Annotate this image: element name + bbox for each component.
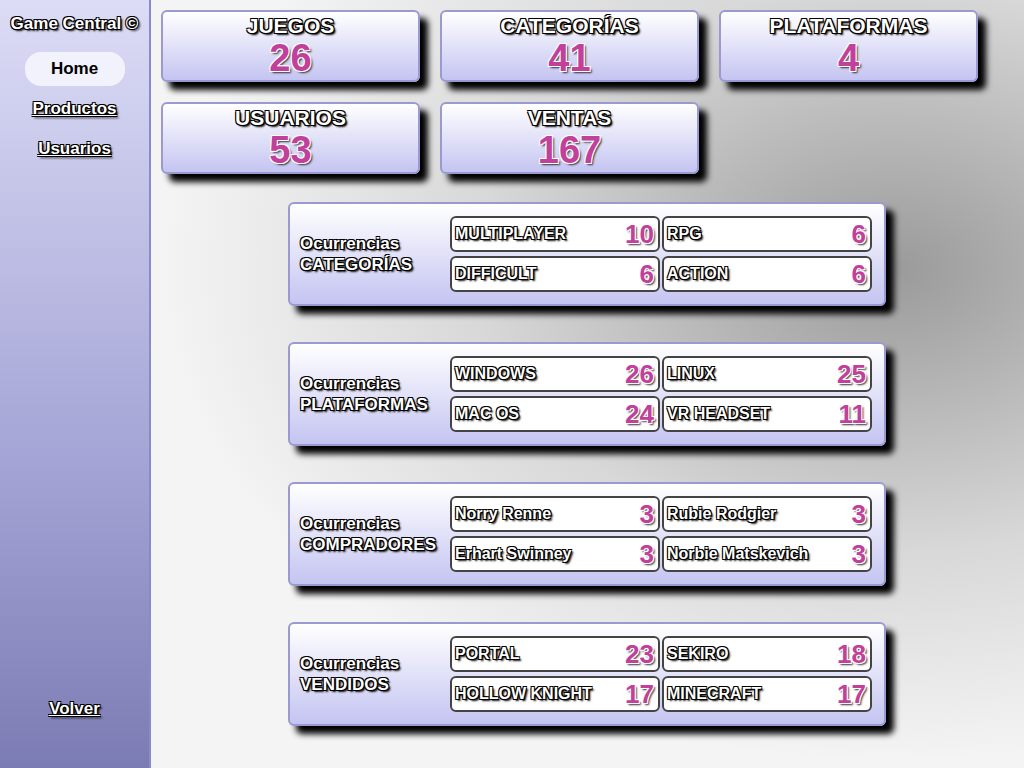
brand: Game Central © <box>11 14 139 34</box>
occurrence-grid: PORTAL23SEKIRO18HOLLOW KNIGHT17MINECRAFT… <box>450 636 872 712</box>
occurrence-item: Norbie Matskevich 3 <box>662 536 872 572</box>
panel-label: OcurrenciasCOMPRADORES <box>300 513 450 555</box>
stat-value: 41 <box>548 38 590 78</box>
occurrence-item: MULTIPLAYER 10 <box>450 216 660 252</box>
sidebar: Game Central © Home Productos Usuarios Volve… <box>0 0 151 768</box>
occurrence-item: WINDOWS 26 <box>450 356 660 392</box>
panel-label: OcurrenciasPLATAFORMAS <box>300 373 450 415</box>
item-name: ACTION <box>667 265 728 283</box>
stat-card: JUEGOS26 <box>161 10 420 82</box>
sidebar-item[interactable]: Productos <box>25 96 125 122</box>
sidebar-item[interactable]: Home <box>25 52 125 86</box>
item-name: WINDOWS <box>455 365 536 383</box>
occurrence-grid: Norry Renne3Rubie Rodgier3Erhart Swinney… <box>450 496 872 572</box>
stat-card: PLATAFORMAS4 <box>719 10 978 82</box>
occurrence-item: MINECRAFT 17 <box>662 676 872 712</box>
item-count: 10 <box>625 219 654 250</box>
panel-title: Ocurrencias <box>300 233 450 254</box>
item-name: Norry Renne <box>455 505 551 523</box>
occurrence-item: SEKIRO 18 <box>662 636 872 672</box>
occurrence-item: PORTAL 23 <box>450 636 660 672</box>
occurrence-panel: OcurrenciasPLATAFORMAS WINDOWS 26 LINUX 25 MA… <box>288 342 886 446</box>
item-name: Norbie Matskevich <box>667 545 808 563</box>
panel-subject: VENDIDOS <box>300 674 450 695</box>
occurrence-item: ACTION 6 <box>662 256 872 292</box>
stats-grid: JUEGOS26 CATEGORÍAS41 PLATAFORMAS4 USUARIOS… <box>161 10 1024 174</box>
occurrence-item: VR HEADSET 11 <box>662 396 872 432</box>
panel-label: OcurrenciasVENDIDOS <box>300 653 450 695</box>
panel-title: Ocurrencias <box>300 653 450 674</box>
occurrence-item: RPG 6 <box>662 216 872 252</box>
item-name: DIFFICULT <box>455 265 536 283</box>
stat-label: PLATAFORMAS <box>770 14 928 38</box>
item-count: 17 <box>625 679 654 710</box>
sidebar-item[interactable]: Usuarios <box>25 136 125 162</box>
occurrence-item: Erhart Swinney 3 <box>450 536 660 572</box>
panel-title: Ocurrencias <box>300 513 450 534</box>
item-name: SEKIRO <box>667 645 728 663</box>
item-name: VR HEADSET <box>667 405 770 423</box>
item-count: 6 <box>640 259 654 290</box>
occurrence-panel: OcurrenciasVENDIDOS PORTAL 23 SEKIRO 18 HOLLO… <box>288 622 886 726</box>
occurrence-panel: OcurrenciasCATEGORÍASMULTIPLAYER10RPG6DI… <box>288 202 886 306</box>
dashboard: JUEGOS26CATEGORÍAS41PLATAFORMAS4USUARIOS… <box>151 0 1024 768</box>
item-name: PORTAL <box>455 645 520 663</box>
item-count: 24 <box>625 399 654 430</box>
item-count: 25 <box>837 359 866 390</box>
item-name: RPG <box>667 225 702 243</box>
item-name: MULTIPLAYER <box>455 225 566 243</box>
stat-card: CATEGORÍAS41 <box>440 10 699 82</box>
stat-card: USUARIOS53 <box>161 102 420 174</box>
occurrence-item: HOLLOW KNIGHT 17 <box>450 676 660 712</box>
panel-subject: CATEGORÍAS <box>300 254 450 275</box>
item-count: 6 <box>852 219 866 250</box>
item-count: 3 <box>640 499 654 530</box>
occurrence-item: MAC OS 24 <box>450 396 660 432</box>
item-count: 3 <box>852 499 866 530</box>
panel-label: OcurrenciasCATEGORÍAS <box>300 233 450 275</box>
back-link[interactable]: Volver <box>25 696 125 722</box>
stat-label: CATEGORÍAS <box>500 14 638 38</box>
stat-label: VENTAS <box>528 106 612 130</box>
item-count: 3 <box>852 539 866 570</box>
item-count: 17 <box>837 679 866 710</box>
item-count: 6 <box>852 259 866 290</box>
occurrence-grid: MULTIPLAYER 10 RPG 6 DIFFICULT 6 ACTION 6 <box>450 216 872 292</box>
stat-label: USUARIOS <box>235 106 346 130</box>
item-count: 11 <box>839 399 867 430</box>
item-name: Rubie Rodgier <box>667 505 776 523</box>
item-count: 23 <box>625 639 654 670</box>
occurrence-grid: WINDOWS 26 LINUX 25 MAC OS 24 VR HEADSET 11 <box>450 356 872 432</box>
occurrence-item: Rubie Rodgier 3 <box>662 496 872 532</box>
occurrence-item: Norry Renne 3 <box>450 496 660 532</box>
stat-value: 167 <box>538 130 601 170</box>
occurrence-item: DIFFICULT 6 <box>450 256 660 292</box>
item-count: 18 <box>837 639 866 670</box>
item-name: HOLLOW KNIGHT <box>455 685 592 703</box>
stat-value: 4 <box>838 38 859 78</box>
panels: OcurrenciasCATEGORÍASMULTIPLAYER10RPG6DI… <box>288 202 1024 726</box>
occurrence-item: LINUX 25 <box>662 356 872 392</box>
item-name: LINUX <box>667 365 715 383</box>
item-name: Erhart Swinney <box>455 545 571 563</box>
stat-card: VENTAS167 <box>440 102 699 174</box>
item-name: MINECRAFT <box>667 685 761 703</box>
occurrence-panel: OcurrenciasCOMPRADORESNorry Renne3Rubie … <box>288 482 886 586</box>
item-name: MAC OS <box>455 405 519 423</box>
panel-title: Ocurrencias <box>300 373 450 394</box>
stat-value: 53 <box>269 130 311 170</box>
stat-label: JUEGOS <box>247 14 335 38</box>
panel-subject: PLATAFORMAS <box>300 394 450 415</box>
item-count: 26 <box>625 359 654 390</box>
item-count: 3 <box>640 539 654 570</box>
panel-subject: COMPRADORES <box>300 534 450 555</box>
stat-value: 26 <box>269 38 311 78</box>
